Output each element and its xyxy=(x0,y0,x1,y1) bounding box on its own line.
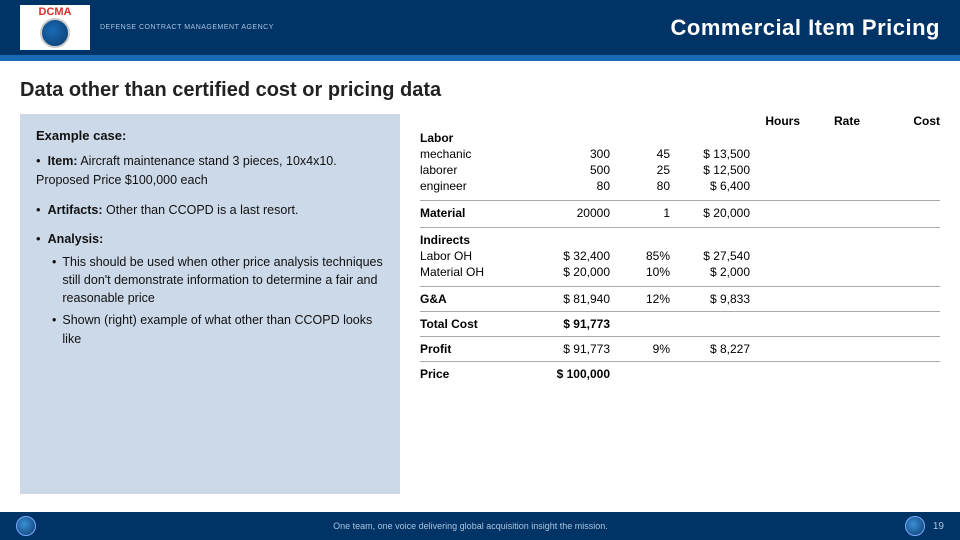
footer-icon-left xyxy=(16,516,36,536)
profit-rate: 9% xyxy=(610,342,670,356)
artifacts-title: Artifacts: xyxy=(48,203,103,217)
engineer-rate: 80 xyxy=(610,179,670,193)
sub-bullet-1: This should be used when other price ana… xyxy=(52,253,384,307)
engineer-name: engineer xyxy=(420,179,540,193)
sub-bullet-2-text: Shown (right) example of what other than… xyxy=(62,311,384,347)
content-area: Example case: • Item: Aircraft maintenan… xyxy=(20,114,940,494)
logo-globe xyxy=(40,18,70,48)
logo-area: DCMA DEFENSE CONTRACT MANAGEMENT AGENCY xyxy=(20,5,274,50)
mechanic-name: mechanic xyxy=(420,147,540,161)
ga-label: G&A xyxy=(420,292,540,306)
agency-name: DEFENSE CONTRACT MANAGEMENT AGENCY xyxy=(100,24,274,31)
bullet-analysis: • Analysis: This should be used when oth… xyxy=(36,229,384,347)
example-label: Example case: xyxy=(36,128,384,143)
material-oh-rate: 10% xyxy=(610,265,670,279)
indirects-section: Indirects Labor OH $ 32,400 85% $ 27,540… xyxy=(420,232,940,280)
profit-cost: $ 8,227 xyxy=(670,342,750,356)
divider-2 xyxy=(420,227,940,228)
material-oh-row: Material OH $ 20,000 10% $ 2,000 xyxy=(420,264,940,280)
left-panel: Example case: • Item: Aircraft maintenan… xyxy=(20,114,400,494)
material-oh-name: Material OH xyxy=(420,265,540,279)
material-oh-cost: $ 2,000 xyxy=(670,265,750,279)
labor-oh-value: $ 32,400 xyxy=(540,249,610,263)
right-panel: Hours Rate Cost Labor mechanic 300 45 $ … xyxy=(420,114,940,494)
material-cost: $ 20,000 xyxy=(670,206,750,220)
labor-label: Labor xyxy=(420,131,540,145)
total-cost-value: $ 91,773 xyxy=(540,317,610,331)
labor-oh-name: Labor OH xyxy=(420,249,540,263)
labor-oh-row: Labor OH $ 32,400 85% $ 27,540 xyxy=(420,248,940,264)
labor-label-row: Labor xyxy=(420,130,940,146)
material-row: Material 20000 1 $ 20,000 xyxy=(420,205,940,221)
labor-oh-cost: $ 27,540 xyxy=(670,249,750,263)
footer-text: One team, one voice delivering global ac… xyxy=(36,521,905,531)
price-label: Price xyxy=(420,367,540,381)
laborer-row: laborer 500 25 $ 12,500 xyxy=(420,162,940,178)
indirects-label-row: Indirects xyxy=(420,232,940,248)
divider-4 xyxy=(420,311,940,312)
laborer-hours: 500 xyxy=(540,163,610,177)
divider-5 xyxy=(420,336,940,337)
bullet-item: • Item: Aircraft maintenance stand 3 pie… xyxy=(36,151,384,190)
mechanic-row: mechanic 300 45 $ 13,500 xyxy=(420,146,940,162)
material-label: Material xyxy=(420,206,540,220)
sub-bullet-2: Shown (right) example of what other than… xyxy=(52,311,384,347)
divider-6 xyxy=(420,361,940,362)
item-title: Item: xyxy=(48,154,78,168)
page-title: Data other than certified cost or pricin… xyxy=(20,79,940,102)
indirects-label: Indirects xyxy=(420,233,540,247)
divider-3 xyxy=(420,286,940,287)
col-rate-header: Rate xyxy=(800,114,860,128)
header-title: Commercial Item Pricing xyxy=(671,15,940,41)
engineer-hours: 80 xyxy=(540,179,610,193)
divider-1 xyxy=(420,200,940,201)
engineer-cost: $ 6,400 xyxy=(670,179,750,193)
engineer-row: engineer 80 80 $ 6,400 xyxy=(420,178,940,194)
sub-bullets: This should be used when other price ana… xyxy=(52,253,384,348)
main-content: Data other than certified cost or pricin… xyxy=(0,61,960,504)
col-cost-header: Cost xyxy=(860,114,940,128)
mechanic-cost: $ 13,500 xyxy=(670,147,750,161)
ga-row: G&A $ 81,940 12% $ 9,833 xyxy=(420,291,940,307)
table-headers: Hours Rate Cost xyxy=(420,114,940,128)
footer-page: 19 xyxy=(933,521,944,532)
laborer-cost: $ 12,500 xyxy=(670,163,750,177)
material-hours: 20000 xyxy=(540,206,610,220)
laborer-name: laborer xyxy=(420,163,540,177)
ga-value: $ 81,940 xyxy=(540,292,610,306)
material-oh-value: $ 20,000 xyxy=(540,265,610,279)
total-cost-row: Total Cost $ 91,773 xyxy=(420,316,940,332)
price-value: $ 100,000 xyxy=(540,367,610,381)
mechanic-rate: 45 xyxy=(610,147,670,161)
labor-section: Labor mechanic 300 45 $ 13,500 laborer 5… xyxy=(420,130,940,194)
ga-cost: $ 9,833 xyxy=(670,292,750,306)
price-row: Price $ 100,000 xyxy=(420,366,940,382)
header: DCMA DEFENSE CONTRACT MANAGEMENT AGENCY … xyxy=(0,0,960,55)
footer: One team, one voice delivering global ac… xyxy=(0,512,960,540)
material-rate: 1 xyxy=(610,206,670,220)
logo-text: DCMA xyxy=(39,7,72,18)
item-text: Aircraft maintenance stand 3 pieces, 10x… xyxy=(36,154,337,187)
profit-label: Profit xyxy=(420,342,540,356)
profit-row: Profit $ 91,773 9% $ 8,227 xyxy=(420,341,940,357)
labor-oh-rate: 85% xyxy=(610,249,670,263)
bullet-artifacts: • Artifacts: Other than CCOPD is a last … xyxy=(36,200,384,220)
total-cost-label: Total Cost xyxy=(420,317,540,331)
laborer-rate: 25 xyxy=(610,163,670,177)
ga-rate: 12% xyxy=(610,292,670,306)
profit-value: $ 91,773 xyxy=(540,342,610,356)
col-hours-header: Hours xyxy=(730,114,800,128)
sub-bullet-1-text: This should be used when other price ana… xyxy=(62,253,384,307)
analysis-title: Analysis: xyxy=(48,232,104,246)
mechanic-hours: 300 xyxy=(540,147,610,161)
logo-box: DCMA xyxy=(20,5,90,50)
footer-icon-right xyxy=(905,516,925,536)
artifacts-text: Other than CCOPD is a last resort. xyxy=(106,203,298,217)
col-label-header xyxy=(610,114,730,128)
material-section: Material 20000 1 $ 20,000 xyxy=(420,205,940,221)
